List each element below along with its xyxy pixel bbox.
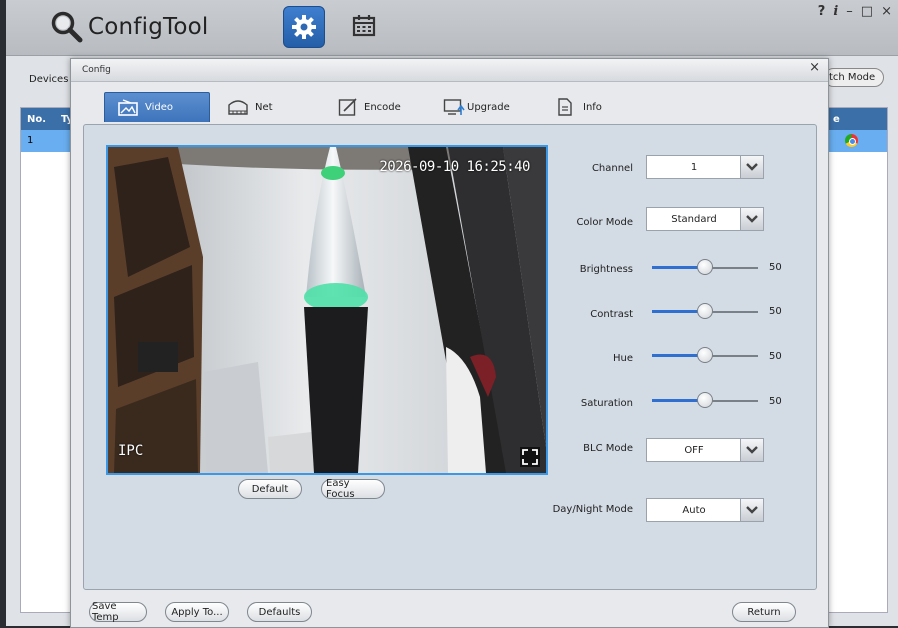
video-preview[interactable]: 2026-09-10 16:25:40 IPC [106,145,548,475]
col-last[interactable]: e [833,114,840,125]
channel-value: 1 [690,161,698,173]
saturation-label: Saturation [580,398,633,409]
color-mode-select[interactable]: Standard [646,207,764,231]
help-button[interactable]: ? [818,4,826,19]
chevron-down-icon[interactable] [740,439,763,461]
network-icon [228,100,248,115]
tab-encode[interactable]: Encode [338,92,401,122]
easy-focus-button[interactable]: Easy Focus [321,478,385,500]
config-dialog: Config × Video Net Encode Upgrade Info 2… [70,58,829,628]
maximize-button[interactable]: □ [861,4,873,19]
calendar-toolbar-button[interactable] [344,6,384,46]
contrast-slider[interactable] [652,303,758,321]
brightness-value: 50 [769,262,782,273]
slider-thumb[interactable] [697,347,713,363]
camera-feed-image [108,147,546,473]
color-mode-label: Color Mode [576,217,633,228]
contrast-label: Contrast [590,309,633,320]
blc-mode-value: OFF [684,444,704,456]
upgrade-icon [443,99,465,115]
slider-thumb[interactable] [697,303,713,319]
app-title: ConfigTool [88,14,209,40]
col-no[interactable]: No. [27,114,46,125]
tab-net[interactable]: Net [227,92,273,122]
calendar-icon [352,15,376,37]
brightness-label: Brightness [579,264,633,275]
magnifier-icon [51,11,83,43]
hue-value: 50 [769,351,782,362]
dialog-titlebar: Config × [71,59,828,82]
contrast-value: 50 [769,306,782,317]
window-controls: ? i – □ × [818,4,892,19]
batch-mode-button[interactable]: tch Mode [824,68,885,87]
row-no: 1 [27,135,34,146]
day-night-mode-value: Auto [682,504,706,516]
return-button[interactable]: Return [732,602,796,622]
app-header: ConfigTool ? i – □ × [6,0,898,56]
slider-thumb[interactable] [697,259,713,275]
color-mode-value: Standard [671,213,717,225]
saturation-slider[interactable] [652,392,758,410]
close-button[interactable]: × [881,4,892,19]
config-tabs: Video Net Encode Upgrade Info [71,92,828,124]
blc-mode-label: BLC Mode [583,443,633,454]
hue-label: Hue [612,353,633,364]
info-doc-icon [558,98,572,116]
tab-info-label: Info [583,101,602,113]
tab-upgrade-label: Upgrade [467,101,510,113]
day-night-mode-select[interactable]: Auto [646,498,764,522]
channel-select[interactable]: 1 [646,155,764,179]
hue-slider[interactable] [652,347,758,365]
app-logo: ConfigTool [50,10,208,44]
chevron-down-icon[interactable] [740,208,763,230]
chevron-down-icon[interactable] [740,499,763,521]
dialog-close-button[interactable]: × [809,60,820,75]
apply-to-button[interactable]: Apply To... [165,602,229,622]
minimize-button[interactable]: – [846,4,853,19]
brightness-slider[interactable] [652,259,758,277]
defaults-button[interactable]: Defaults [247,602,312,622]
default-button[interactable]: Default [238,479,302,499]
devices-label: Devices [29,74,69,85]
tab-net-label: Net [255,101,273,113]
dialog-title: Config [82,65,111,75]
tab-upgrade[interactable]: Upgrade [443,92,510,122]
tab-video-label: Video [145,102,174,113]
osd-timestamp: 2026-09-10 16:25:40 [379,159,530,175]
video-icon [118,98,138,116]
settings-toolbar-button[interactable] [283,6,325,48]
video-settings-panel: 2026-09-10 16:25:40 IPC Default Easy Foc… [83,124,817,590]
gear-icon [292,15,316,39]
info-button[interactable]: i [833,4,838,19]
chevron-down-icon[interactable] [740,156,763,178]
encode-icon [338,98,357,116]
day-night-mode-label: Day/Night Mode [552,504,633,515]
tab-info[interactable]: Info [557,92,602,122]
osd-camera-name: IPC [118,443,144,459]
browser-icon[interactable] [845,134,858,147]
blc-mode-select[interactable]: OFF [646,438,764,462]
saturation-value: 50 [769,396,782,407]
tab-encode-label: Encode [364,101,401,113]
slider-thumb[interactable] [697,392,713,408]
channel-label: Channel [591,163,633,174]
configtool-window: ConfigTool ? i – □ × Devices tch Mode No… [6,0,898,628]
tab-video[interactable]: Video [104,92,210,122]
save-temp-button[interactable]: Save Temp [89,601,147,623]
